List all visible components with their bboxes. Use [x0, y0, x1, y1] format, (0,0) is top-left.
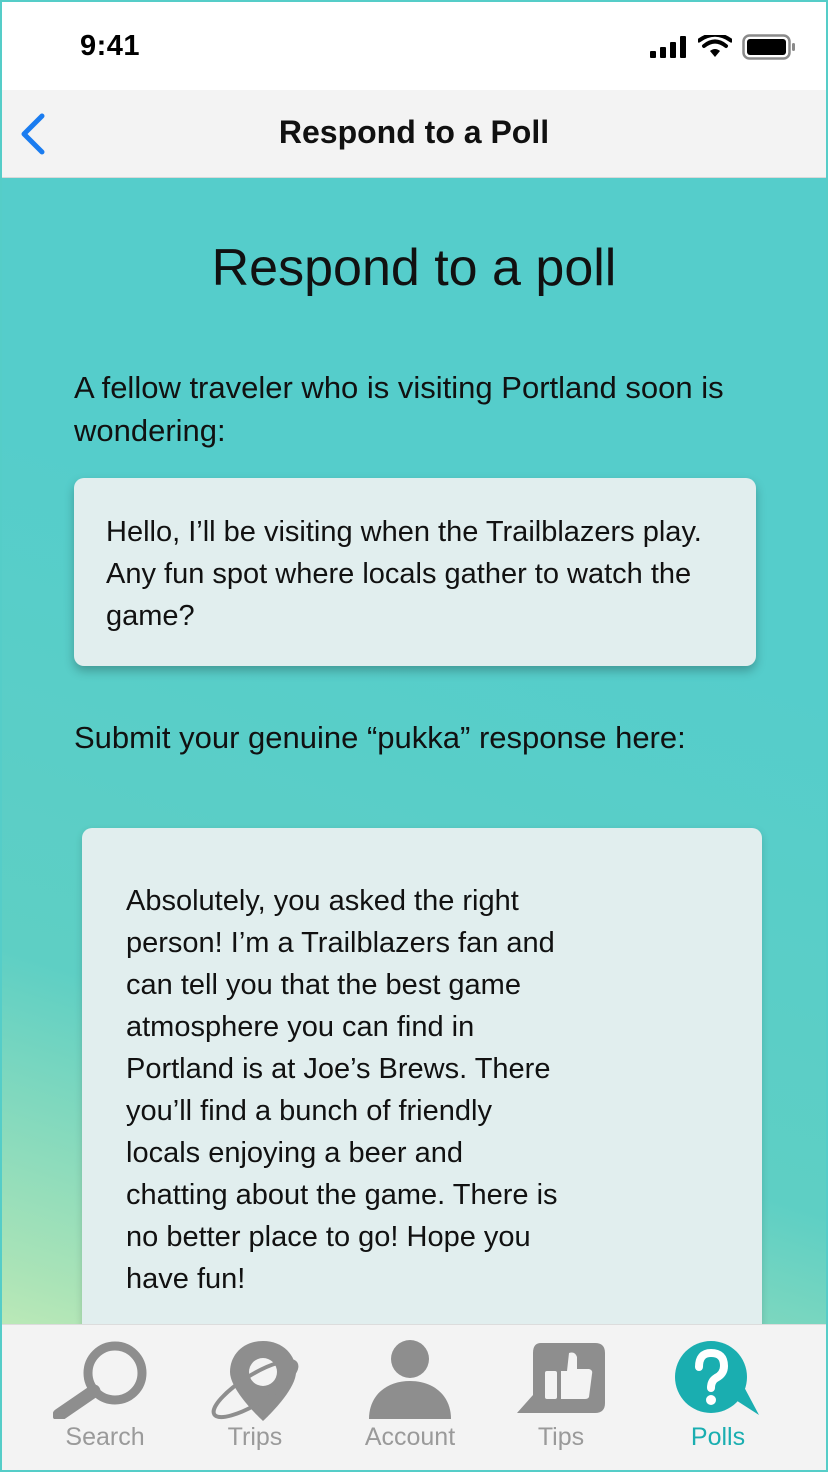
tab-trips[interactable]: Trips	[180, 1325, 330, 1470]
tab-label-tips: Tips	[537, 1423, 585, 1451]
battery-icon	[742, 34, 795, 60]
tab-search[interactable]: Search	[30, 1325, 180, 1470]
question-bubble-icon	[675, 1341, 759, 1415]
poll-question-text: Hello, I’ll be visiting when the Trailbl…	[106, 516, 702, 632]
tab-label-account: Account	[364, 1423, 456, 1451]
app-frame: 9:41 Respond to a Poll Respond to a poll…	[0, 0, 828, 1472]
wifi-icon	[698, 35, 732, 57]
intro-text: A fellow traveler who is visiting Portla…	[74, 370, 724, 448]
poll-question-card: Hello, I’ll be visiting when the Trailbl…	[74, 478, 756, 666]
main-content: Respond to a poll A fellow traveler who …	[2, 178, 826, 1348]
status-time: 9:41	[80, 30, 141, 62]
planet-pin-icon	[211, 1341, 299, 1421]
tab-polls[interactable]: Polls	[643, 1325, 793, 1470]
nav-title: Respond to a Poll	[278, 114, 550, 150]
response-prompt: Submit your genuine “pukka” response her…	[74, 720, 686, 755]
thumbs-up-icon	[517, 1343, 605, 1413]
response-textarea[interactable]: Absolutely, you asked the right person! …	[82, 828, 762, 1348]
magnifier-icon	[53, 1341, 147, 1419]
tab-label-polls: Polls	[690, 1423, 746, 1451]
status-icons	[650, 34, 796, 60]
tab-label-trips: Trips	[227, 1423, 283, 1451]
tab-bar: Search Trips Account Tips Polls	[2, 1324, 826, 1470]
tab-label-search: Search	[65, 1423, 145, 1451]
page-heading: Respond to a poll	[211, 239, 617, 297]
tab-account[interactable]: Account	[335, 1325, 485, 1470]
tab-tips[interactable]: Tips	[486, 1325, 636, 1470]
person-icon	[369, 1340, 451, 1419]
status-bar: 9:41	[2, 2, 826, 90]
navigation-bar: Respond to a Poll	[2, 90, 826, 178]
signal-icon	[650, 36, 686, 58]
